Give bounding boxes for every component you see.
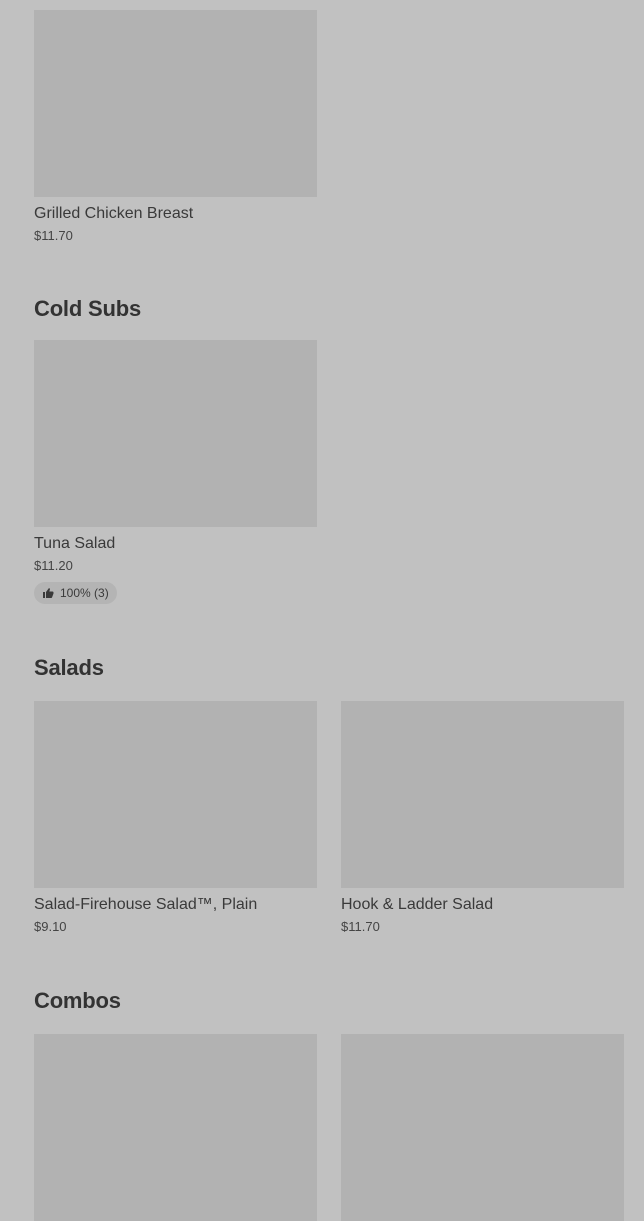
rating-badge: 100% (3) bbox=[34, 582, 117, 604]
item-price: $11.70 bbox=[34, 228, 73, 243]
menu-item-card[interactable] bbox=[34, 1034, 317, 1221]
menu-item-card[interactable]: Grilled Chicken Breast $11.70 bbox=[34, 10, 317, 244]
item-grid: Salad-Firehouse Salad™, Plain $9.10 Hook… bbox=[34, 701, 624, 935]
item-name: Hook & Ladder Salad bbox=[341, 896, 494, 913]
menu-item-card[interactable]: Tuna Salad $11.20 100% (3) bbox=[34, 340, 317, 604]
menu-item-card[interactable]: Hook & Ladder Salad $11.70 bbox=[341, 701, 624, 935]
menu-item-card[interactable] bbox=[341, 1034, 624, 1221]
item-name: Tuna Salad bbox=[34, 535, 116, 552]
item-image bbox=[34, 10, 317, 197]
item-grid: Tuna Salad $11.20 100% (3) bbox=[34, 340, 624, 604]
item-price: $9.10 bbox=[34, 919, 67, 934]
item-grid bbox=[34, 1034, 624, 1221]
rating-text: 100% (3) bbox=[60, 586, 109, 600]
item-name: Salad-Firehouse Salad™, Plain bbox=[34, 896, 258, 913]
item-image bbox=[34, 340, 317, 527]
item-grid: Grilled Chicken Breast $11.70 bbox=[34, 10, 624, 244]
menu-page: Grilled Chicken Breast $11.70 Cold Subs … bbox=[34, 10, 624, 1221]
section-title-combos: Combos bbox=[34, 988, 121, 1013]
item-price: $11.70 bbox=[341, 919, 380, 934]
item-image bbox=[34, 1034, 317, 1221]
section-title-salads: Salads bbox=[34, 655, 104, 680]
item-image bbox=[341, 701, 624, 888]
item-price: $11.20 bbox=[34, 558, 73, 573]
item-image bbox=[34, 701, 317, 888]
item-image bbox=[341, 1034, 624, 1221]
thumbs-up-icon bbox=[42, 587, 54, 599]
item-name: Grilled Chicken Breast bbox=[34, 205, 194, 222]
menu-item-card[interactable]: Salad-Firehouse Salad™, Plain $9.10 bbox=[34, 701, 317, 935]
section-title-cold-subs: Cold Subs bbox=[34, 296, 141, 321]
